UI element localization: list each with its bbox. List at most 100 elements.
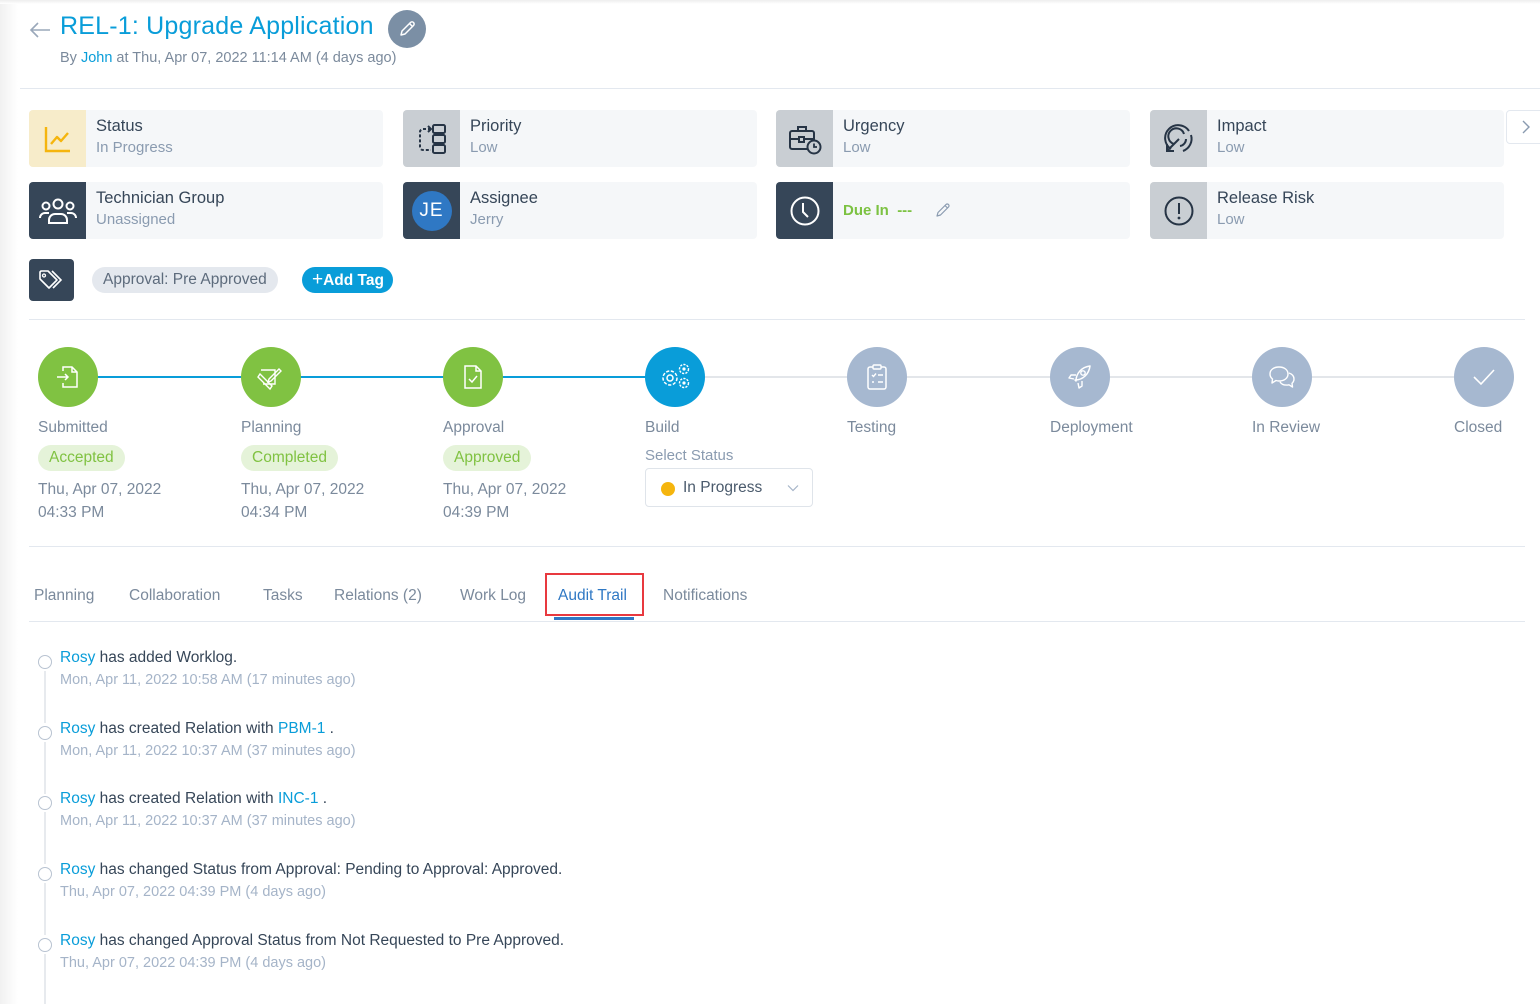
select-status-label: Select Status [645,447,734,464]
back-arrow-icon[interactable] [28,20,52,40]
briefcase-clock-icon [776,110,833,167]
tab-planning[interactable]: Planning [34,587,94,605]
audit-message: Rosy has created Relation with INC-1 . [60,790,327,808]
timeline-node-icon [38,867,52,881]
step-approval-icon[interactable] [443,347,503,407]
priority-label: Priority [470,117,522,135]
step-planning-badge: Completed [241,445,338,471]
avatar: JE [411,190,452,231]
target-impact-icon [1150,110,1207,167]
audit-text: has changed Approval Status from Not Req… [95,932,565,949]
step-approval-time: 04:39 PM [443,504,510,521]
step-submitted-day: Thu, Apr 07, 2022 [38,481,162,498]
tab-work-log[interactable]: Work Log [460,587,526,605]
assignee-card[interactable]: JE Assignee Jerry [403,182,757,239]
stepper-divider [29,546,1525,547]
step-build-name: Build [645,419,680,436]
impact-card[interactable]: Impact Low [1150,110,1504,167]
due-in-card[interactable]: Due In --- [776,182,1130,239]
pencil-icon [400,21,415,36]
step-planning-icon[interactable] [241,347,301,407]
checkmark-icon [1473,369,1495,386]
timeline-line [44,671,46,723]
file-import-icon [57,366,78,388]
step-build-icon[interactable] [645,347,705,407]
header-divider [20,88,1540,89]
audit-message: Rosy has changed Approval Status from No… [60,932,564,950]
step-approval-day: Thu, Apr 07, 2022 [443,481,567,498]
tags-icon [29,259,74,301]
step-deployment-name: Deployment [1050,419,1133,436]
step-closed-icon[interactable] [1454,347,1514,407]
impact-value: Low [1217,139,1245,156]
due-in-value: --- [897,202,913,219]
assignee-value: Jerry [470,211,504,228]
author-link[interactable]: John [81,50,112,66]
add-tag-button[interactable]: +Add Tag [302,267,393,293]
audit-time: Thu, Apr 07, 2022 04:39 PM (4 days ago) [60,884,326,900]
timeline-line [44,954,46,1004]
tab-collaboration[interactable]: Collaboration [129,587,220,605]
priority-value: Low [470,139,498,156]
audit-user-link[interactable]: Rosy [60,861,95,878]
release-risk-card[interactable]: Release Risk Low [1150,182,1504,239]
edit-due-pencil-icon[interactable] [934,201,952,219]
tab-notifications[interactable]: Notifications [663,587,747,605]
rocket-icon [1068,365,1091,389]
tab-tasks[interactable]: Tasks [263,587,303,605]
tag-chip[interactable]: Approval: Pre Approved [92,267,278,293]
audit-user-link[interactable]: Rosy [60,932,95,949]
clock-icon [776,182,833,239]
step-closed-name: Closed [1454,419,1503,436]
chart-line-icon [29,110,86,167]
step-approval-name: Approval [443,419,505,436]
byline-prefix: By [60,50,81,66]
chevron-right-icon [1522,120,1530,134]
timeline-node-icon [38,938,52,952]
audit-text: has created Relation with [95,790,278,807]
audit-ref-link[interactable]: PBM-1 [278,720,325,737]
step-planning-day: Thu, Apr 07, 2022 [241,481,365,498]
audit-user-link[interactable]: Rosy [60,790,95,807]
audit-text: has changed Status from Approval: Pendin… [95,861,563,878]
timeline-line [44,883,46,935]
step-in-review-icon[interactable] [1252,347,1312,407]
timeline-line [44,812,46,864]
audit-ref-link[interactable]: INC-1 [278,790,318,807]
release-risk-value: Low [1217,211,1245,228]
status-select[interactable]: In Progress [645,468,813,507]
audit-time: Mon, Apr 11, 2022 10:37 AM (37 minutes a… [60,813,356,829]
plus-icon: + [312,269,324,290]
page-top-shade [0,0,1540,4]
assignee-label: Assignee [470,189,538,207]
planning-ruler-pencil-icon [257,368,282,391]
step-submitted-icon[interactable] [38,347,98,407]
due-in-text: Due In --- [843,202,912,219]
step-testing-name: Testing [847,419,897,436]
clipboard-checklist-icon [867,364,887,390]
due-in-label: Due In [843,202,889,219]
cards-next-button[interactable] [1506,110,1540,144]
technician-group-card[interactable]: Technician Group Unassigned [29,182,383,239]
impact-label: Impact [1217,117,1267,135]
step-testing-icon[interactable] [847,347,907,407]
urgency-card[interactable]: Urgency Low [776,110,1130,167]
step-approval-date: Thu, Apr 07, 2022 04:39 PM [443,478,566,524]
page-title: REL-1: Upgrade Application [60,12,374,40]
tab-relations[interactable]: Relations (2) [334,587,422,605]
audit-user-link[interactable]: Rosy [60,649,95,666]
audit-message: Rosy has created Relation with PBM-1 . [60,720,334,738]
audit-message: Rosy has added Worklog. [60,649,237,667]
audit-time: Mon, Apr 11, 2022 10:37 AM (37 minutes a… [60,743,356,759]
audit-user-link[interactable]: Rosy [60,720,95,737]
tabs-divider [29,621,1525,622]
status-card[interactable]: Status In Progress [29,110,383,167]
audit-text-after: . [325,720,334,737]
edit-title-button[interactable] [388,10,426,48]
step-submitted-date: Thu, Apr 07, 2022 04:33 PM [38,478,161,524]
step-planning-time: 04:34 PM [241,504,308,521]
step-deployment-icon[interactable] [1050,347,1110,407]
status-select-value: In Progress [683,479,763,496]
priority-card[interactable]: Priority Low [403,110,757,167]
audit-text: has created Relation with [95,720,278,737]
